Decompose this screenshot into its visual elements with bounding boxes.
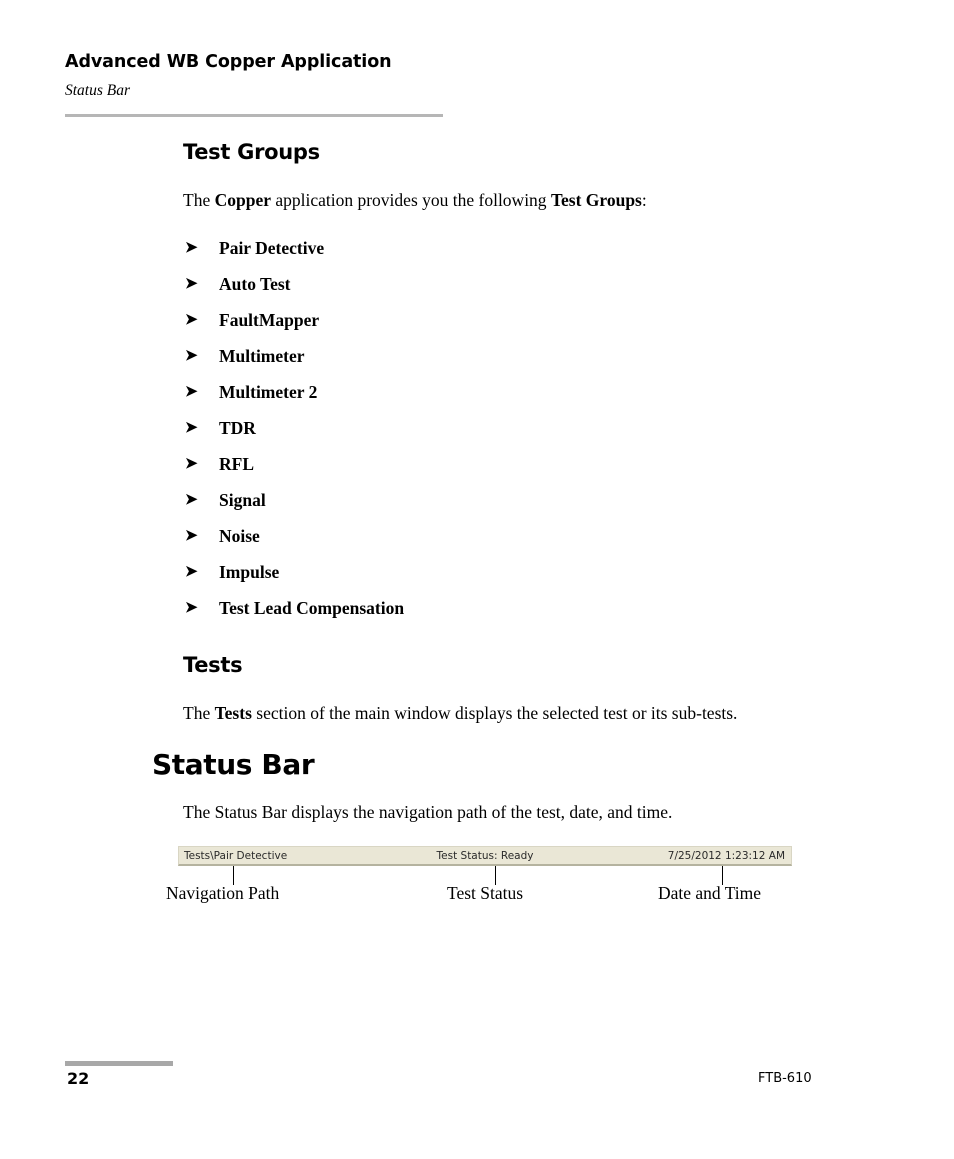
header-subtitle: Status Bar [65,82,131,99]
list-item-label: Signal [219,490,266,511]
list-item-label: Noise [219,526,260,547]
arrow-bullet-icon: ➤ [185,276,198,293]
list-item: ➤ TDR [183,410,903,446]
list-item-label: Pair Detective [219,238,325,259]
callout-date-and-time: Date and Time [658,883,762,903]
tests-body-prefix: The [183,703,215,724]
test-groups-intro-paragraph: The Copper application provides you the … [183,188,903,213]
arrow-bullet-icon: ➤ [185,312,198,329]
list-item-label: Multimeter 2 [219,382,318,403]
status-bar-widget: Tests\Pair Detective Test Status: Ready … [178,846,792,866]
arrow-bullet-icon: ➤ [185,492,198,509]
status-bar-date-time: 7/25/2012 1:23:12 AM [667,850,785,862]
list-item: ➤ RFL [183,446,903,482]
list-item: ➤ Noise [183,518,903,554]
header-divider-rule [65,114,443,117]
list-item-label: TDR [219,418,256,439]
running-header: Advanced WB Copper Application Status Ba… [65,52,445,101]
section-heading-tests: Tests [183,653,243,678]
content-column: Test Groups The Copper application provi… [183,140,903,726]
arrow-bullet-icon: ➤ [185,240,198,257]
arrow-bullet-icon: ➤ [185,564,198,581]
tests-body-paragraph: The Tests section of the main window dis… [183,701,783,726]
tests-body-suffix: section of the main window displays the … [251,703,738,724]
status-bar-figure: Tests\Pair Detective Test Status: Ready … [178,846,792,866]
intro-middle: application provides you the following [270,190,551,211]
callout-navigation-path: Navigation Path [166,883,280,903]
intro-prefix: The [183,190,215,211]
section-heading-status-bar: Status Bar [152,748,315,781]
intro-suffix: : [641,190,647,211]
list-item: ➤ Impulse [183,554,903,590]
arrow-bullet-icon: ➤ [185,420,198,437]
list-item-label: Multimeter [219,346,305,367]
list-item: ➤ Multimeter 2 [183,374,903,410]
arrow-bullet-icon: ➤ [185,456,198,473]
list-item: ➤ Auto Test [183,266,903,302]
page-number: 22 [67,1069,90,1088]
list-item-label: Test Lead Compensation [219,598,405,619]
list-item: ➤ Multimeter [183,338,903,374]
footer-divider-rule [65,1061,173,1066]
header-title: Advanced WB Copper Application [65,52,392,72]
section-heading-test-groups: Test Groups [183,140,320,164]
list-item-label: FaultMapper [219,310,320,331]
list-item-label: RFL [219,454,254,475]
list-item-label: Auto Test [219,274,291,295]
test-groups-list: ➤ Pair Detective ➤ Auto Test ➤ FaultMapp… [183,230,903,626]
product-code: FTB-610 [758,1071,812,1086]
status-bar-body-paragraph: The Status Bar displays the navigation p… [183,802,673,822]
arrow-bullet-icon: ➤ [185,600,198,617]
list-item: ➤ Test Lead Compensation [183,590,903,626]
arrow-bullet-icon: ➤ [185,384,198,401]
tests-body-bold: Tests [214,703,252,724]
arrow-bullet-icon: ➤ [185,348,198,365]
intro-bold-test-groups: Test Groups [550,190,642,211]
list-item: ➤ Signal [183,482,903,518]
list-item: ➤ FaultMapper [183,302,903,338]
list-item: ➤ Pair Detective [183,230,903,266]
callout-test-status: Test Status [447,883,524,903]
intro-bold-copper: Copper [214,190,271,211]
arrow-bullet-icon: ➤ [185,528,198,545]
list-item-label: Impulse [219,562,280,583]
